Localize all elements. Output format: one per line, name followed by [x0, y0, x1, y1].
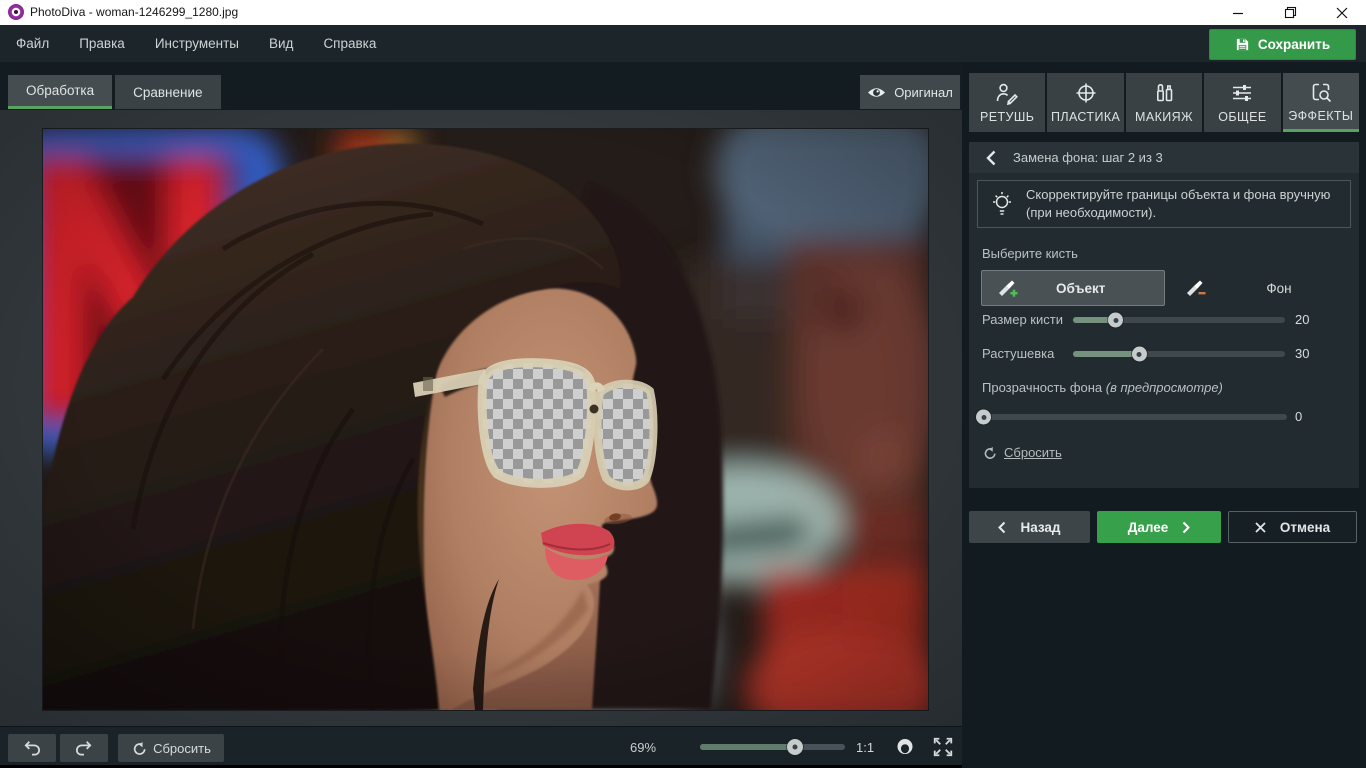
lightbulb-icon	[989, 190, 1015, 218]
close-icon	[1336, 7, 1348, 19]
next-button[interactable]: Далее	[1097, 511, 1221, 543]
bg-opacity-slider[interactable]	[983, 414, 1287, 420]
eye-icon	[867, 86, 886, 99]
brush-add-icon	[997, 278, 1019, 298]
chevron-right-icon	[1182, 521, 1190, 534]
editing-canvas[interactable]	[0, 110, 962, 726]
hint-text: Скорректируйте границы объекта и фона вр…	[1026, 186, 1350, 222]
feature-tabs: РЕТУШЬ ПЛАСТИКА	[969, 73, 1359, 132]
restore-icon	[1284, 6, 1297, 19]
status-bar: Сбросить 69% 1:1	[0, 726, 962, 768]
panel-title: Замена фона: шаг 2 из 3	[1013, 150, 1163, 165]
face-icon	[894, 736, 916, 758]
reset-button-bottom[interactable]: Сбросить	[118, 734, 224, 762]
undo-icon	[23, 740, 41, 756]
effects-icon	[1309, 80, 1333, 104]
zoom-slider-thumb[interactable]	[787, 739, 803, 755]
zoom-slider[interactable]	[700, 744, 845, 750]
menu-help[interactable]: Справка	[323, 36, 376, 51]
brush-object-label: Объект	[1056, 281, 1105, 296]
photo-image[interactable]	[43, 129, 928, 710]
minimize-button[interactable]	[1218, 0, 1258, 25]
makeup-icon	[1152, 81, 1176, 105]
bg-opacity-label: Прозрачность фона (в предпросмотре)	[982, 380, 1223, 395]
show-original-button[interactable]: Оригинал	[860, 75, 960, 109]
wizard-buttons: Назад Далее Отмена	[969, 511, 1359, 543]
brush-size-value: 20	[1295, 312, 1341, 327]
brush-remove-icon	[1185, 278, 1207, 298]
feather-label: Растушевка	[982, 346, 1054, 361]
save-button[interactable]: Сохранить	[1209, 29, 1356, 60]
save-icon	[1235, 37, 1250, 52]
menu-file[interactable]: Файл	[16, 36, 49, 51]
minimize-icon	[1232, 7, 1244, 19]
chevron-left-icon	[998, 521, 1006, 534]
bg-opacity-value: 0	[1295, 409, 1341, 424]
reset-link[interactable]: Сбросить	[982, 445, 1062, 460]
close-button[interactable]	[1322, 0, 1362, 25]
brush-size-slider[interactable]	[1073, 317, 1285, 323]
brush-background-label: Фон	[1207, 281, 1351, 296]
redo-button[interactable]	[60, 734, 108, 762]
menu-edit[interactable]: Правка	[79, 36, 125, 51]
brush-size-slider-thumb[interactable]	[1108, 313, 1123, 328]
panel-header: Замена фона: шаг 2 из 3	[969, 142, 1359, 173]
reset-label: Сбросить	[153, 741, 211, 756]
title-bar: PhotoDiva - woman-1246299_1280.jpg	[0, 0, 1366, 25]
redo-icon	[75, 740, 93, 756]
expand-icon	[932, 736, 954, 758]
back-button[interactable]: Назад	[969, 511, 1090, 543]
brush-section-label: Выберите кисть	[982, 246, 1078, 261]
tools-panel: РЕТУШЬ ПЛАСТИКА	[962, 62, 1366, 768]
general-icon	[1230, 81, 1254, 105]
cancel-button[interactable]: Отмена	[1228, 511, 1357, 543]
restore-button[interactable]	[1270, 0, 1310, 25]
brush-background-button[interactable]: Фон	[1171, 270, 1351, 306]
tab-retouch[interactable]: РЕТУШЬ	[969, 73, 1045, 132]
background-replace-panel: Замена фона: шаг 2 из 3 Скорректируйте г…	[969, 142, 1359, 488]
feather-value: 30	[1295, 346, 1341, 361]
tab-effects[interactable]: ЭФФЕКТЫ	[1283, 73, 1359, 132]
undo-button[interactable]	[8, 734, 56, 762]
feather-slider-thumb[interactable]	[1132, 347, 1147, 362]
menu-tools[interactable]: Инструменты	[155, 36, 239, 51]
plastic-icon	[1074, 81, 1098, 105]
actual-size-label[interactable]: 1:1	[856, 740, 874, 755]
fit-to-face-button[interactable]	[894, 736, 916, 758]
hint-box: Скорректируйте границы объекта и фона вр…	[977, 180, 1351, 228]
reset-icon	[982, 446, 996, 460]
tab-processing[interactable]: Обработка	[8, 75, 112, 109]
brush-size-label: Размер кисти	[982, 312, 1063, 327]
brush-object-button[interactable]: Объект	[981, 270, 1165, 306]
feather-slider[interactable]	[1073, 351, 1285, 357]
chevron-left-icon	[986, 150, 996, 166]
panel-back-button[interactable]	[969, 150, 1013, 166]
menu-view[interactable]: Вид	[269, 36, 293, 51]
work-area: Обработка Сравнение Оригинал	[0, 62, 962, 768]
tab-general[interactable]: ОБЩЕЕ	[1204, 73, 1280, 132]
original-label: Оригинал	[894, 85, 953, 100]
save-label: Сохранить	[1258, 37, 1330, 52]
fullscreen-button[interactable]	[932, 736, 954, 758]
menu-bar: Файл Правка Инструменты Вид Справка Сохр…	[0, 25, 1366, 62]
close-icon	[1255, 522, 1266, 533]
bg-opacity-slider-thumb[interactable]	[976, 410, 991, 425]
tab-comparison[interactable]: Сравнение	[115, 75, 220, 109]
app-logo-icon	[8, 4, 24, 20]
retouch-icon	[994, 81, 1020, 105]
reset-icon	[131, 741, 146, 756]
window-title: PhotoDiva - woman-1246299_1280.jpg	[30, 5, 238, 19]
reset-link-label: Сбросить	[1004, 445, 1062, 460]
tab-plastic[interactable]: ПЛАСТИКА	[1047, 73, 1123, 132]
tab-makeup[interactable]: МАКИЯЖ	[1126, 73, 1202, 132]
view-tabs: Обработка Сравнение	[8, 75, 221, 109]
photodiva-window: PhotoDiva - woman-1246299_1280.jpg Файл …	[0, 0, 1366, 768]
zoom-percent: 69%	[630, 740, 656, 755]
